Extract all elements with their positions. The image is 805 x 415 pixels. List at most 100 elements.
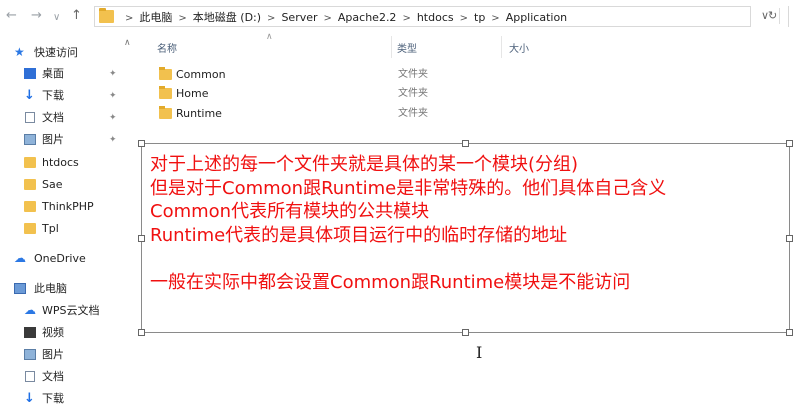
sidebar-item-wps-cloud[interactable]: ☁ WPS云文档 — [0, 301, 120, 321]
forward-arrow-icon[interactable]: → — [31, 8, 42, 24]
breadcrumb: > 此电脑 > 本地磁盘 (D:) > Server > Apache2.2 > htdocs > t… — [119, 9, 567, 25]
annotation-line: Runtime代表的是具体项目运行中的临时存储的地址 — [150, 224, 568, 246]
sidebar-item-pictures[interactable]: 图片 ✦ — [0, 130, 120, 150]
back-arrow-icon[interactable]: ← — [6, 8, 17, 24]
sidebar-item-label: OneDrive — [34, 252, 86, 265]
resize-handle[interactable] — [138, 329, 145, 336]
sidebar-item-label: Tpl — [42, 222, 59, 235]
folder-icon — [99, 8, 114, 23]
file-name: Home — [176, 87, 209, 100]
breadcrumb-item[interactable]: htdocs — [417, 11, 454, 24]
navigation-pane: ★ 快速访问 桌面 ✦ ↓ 下载 ✦ 文档 ✦ 图片 ✦ htdocs Sae … — [0, 34, 137, 415]
resize-handle[interactable] — [138, 235, 145, 242]
breadcrumb-separator: > — [491, 13, 500, 24]
sidebar-item-this-pc[interactable]: 此电脑 — [0, 279, 120, 299]
computer-icon — [14, 283, 26, 294]
pin-icon[interactable]: ✦ — [109, 130, 117, 150]
download-icon: ↓ — [24, 88, 35, 103]
address-toolbar: ← → ∨ ↑ > 此电脑 > 本地磁盘 (D:) > Server > Apache2.2 >… — [0, 0, 805, 34]
breadcrumb-separator: > — [323, 13, 332, 24]
annotation-line: 对于上述的每一个文件夹就是具体的某一个模块(分组) — [150, 154, 579, 175]
sidebar-item-label: 此电脑 — [34, 282, 67, 295]
column-divider[interactable] — [391, 36, 392, 58]
resize-handle[interactable] — [462, 329, 469, 336]
sidebar-item-onedrive[interactable]: ☁ OneDrive — [0, 249, 120, 269]
folder-icon — [24, 157, 36, 168]
breadcrumb-item[interactable]: Apache2.2 — [338, 11, 397, 24]
sort-ascending-icon: ∧ — [266, 32, 273, 42]
address-bar[interactable]: > 此电脑 > 本地磁盘 (D:) > Server > Apache2.2 > htdocs > t… — [94, 6, 751, 27]
sidebar-item-videos[interactable]: 视频 — [0, 323, 120, 343]
breadcrumb-item[interactable]: 此电脑 — [139, 11, 172, 24]
sidebar-item-label: 文档 — [42, 370, 64, 383]
file-name: Common — [176, 68, 226, 81]
pin-icon[interactable]: ✦ — [109, 86, 117, 106]
sidebar-item-documents-pc[interactable]: 文档 — [0, 367, 120, 387]
sidebar-item-pictures-pc[interactable]: 图片 — [0, 345, 120, 365]
breadcrumb-item[interactable]: 本地磁盘 (D:) — [193, 11, 261, 24]
pin-icon[interactable]: ✦ — [109, 64, 117, 84]
sidebar-item-label: Sae — [42, 178, 63, 191]
file-row-runtime[interactable]: Runtime 文件夹 — [157, 104, 617, 123]
sidebar-item-sae[interactable]: Sae — [0, 175, 120, 195]
picture-icon — [24, 349, 36, 360]
video-icon — [24, 327, 36, 338]
up-arrow-icon[interactable]: ↑ — [71, 8, 82, 24]
sidebar-item-tpl[interactable]: Tpl — [0, 219, 120, 239]
document-icon — [25, 112, 35, 123]
download-icon: ↓ — [24, 391, 35, 406]
resize-handle[interactable] — [786, 329, 793, 336]
recent-locations-chevron-icon[interactable]: ∨ — [53, 10, 60, 26]
annotation-line — [150, 247, 666, 271]
address-bar-controls: ∨ ↻ — [752, 6, 805, 27]
sidebar-item-desktop[interactable]: 桌面 ✦ — [0, 64, 120, 84]
sidebar-item-label: 快速访问 — [34, 46, 78, 59]
resize-handle[interactable] — [462, 140, 469, 147]
sidebar-item-quick-access[interactable]: ★ 快速访问 — [0, 43, 120, 63]
breadcrumb-separator: > — [459, 13, 468, 24]
column-header-size[interactable]: 大小 — [509, 40, 529, 55]
search-box-edge[interactable] — [788, 6, 789, 27]
sidebar-item-label: WPS云文档 — [42, 304, 100, 317]
column-header-type[interactable]: 类型 — [397, 40, 417, 55]
sidebar-item-thinkphp[interactable]: ThinkPHP — [0, 197, 120, 217]
sidebar-item-downloads-pc[interactable]: ↓ 下载 — [0, 389, 120, 409]
breadcrumb-item[interactable]: Server — [281, 11, 317, 24]
scroll-up-chevron-icon[interactable]: ∧ — [124, 38, 131, 48]
sidebar-item-label: 视频 — [42, 326, 64, 339]
sidebar-item-label: 图片 — [42, 133, 64, 146]
folder-icon — [159, 86, 172, 99]
refresh-icon[interactable]: ↻ — [768, 9, 777, 22]
column-header-name[interactable]: 名称 — [157, 40, 177, 55]
folder-icon — [159, 67, 172, 80]
resize-handle[interactable] — [138, 140, 145, 147]
divider — [779, 8, 780, 24]
sidebar-item-label: 下载 — [42, 89, 64, 102]
sidebar-item-label: 桌面 — [42, 67, 64, 80]
annotation-textbox[interactable]: 对于上述的每一个文件夹就是具体的某一个模块(分组) 但是对于Common跟Run… — [138, 140, 793, 336]
resize-handle[interactable] — [786, 140, 793, 147]
breadcrumb-separator: > — [267, 13, 276, 24]
annotation-line: 一般在实际中都会设置Common跟Runtime模块是不能访问 — [150, 271, 631, 293]
breadcrumb-separator: > — [178, 13, 187, 24]
folder-icon — [24, 201, 36, 212]
breadcrumb-separator: > — [125, 13, 134, 24]
folder-icon — [24, 179, 36, 190]
file-type: 文件夹 — [398, 108, 428, 119]
file-row-home[interactable]: Home 文件夹 — [157, 84, 617, 103]
sidebar-item-htdocs[interactable]: htdocs — [0, 153, 120, 173]
breadcrumb-item[interactable]: tp — [474, 11, 485, 24]
file-row-common[interactable]: Common 文件夹 — [157, 65, 617, 84]
sidebar-item-label: htdocs — [42, 156, 79, 169]
sidebar-scrollbar[interactable]: ∧ — [120, 34, 137, 415]
pin-icon[interactable]: ✦ — [109, 108, 117, 128]
file-type: 文件夹 — [398, 69, 428, 80]
sidebar-item-downloads[interactable]: ↓ 下载 ✦ — [0, 86, 120, 106]
sidebar-item-documents[interactable]: 文档 ✦ — [0, 108, 120, 128]
resize-handle[interactable] — [786, 235, 793, 242]
text-cursor-icon: I — [476, 343, 483, 362]
column-divider[interactable] — [501, 36, 502, 58]
breadcrumb-item-current[interactable]: Application — [506, 11, 567, 24]
picture-icon — [24, 134, 36, 145]
breadcrumb-separator: > — [402, 13, 411, 24]
